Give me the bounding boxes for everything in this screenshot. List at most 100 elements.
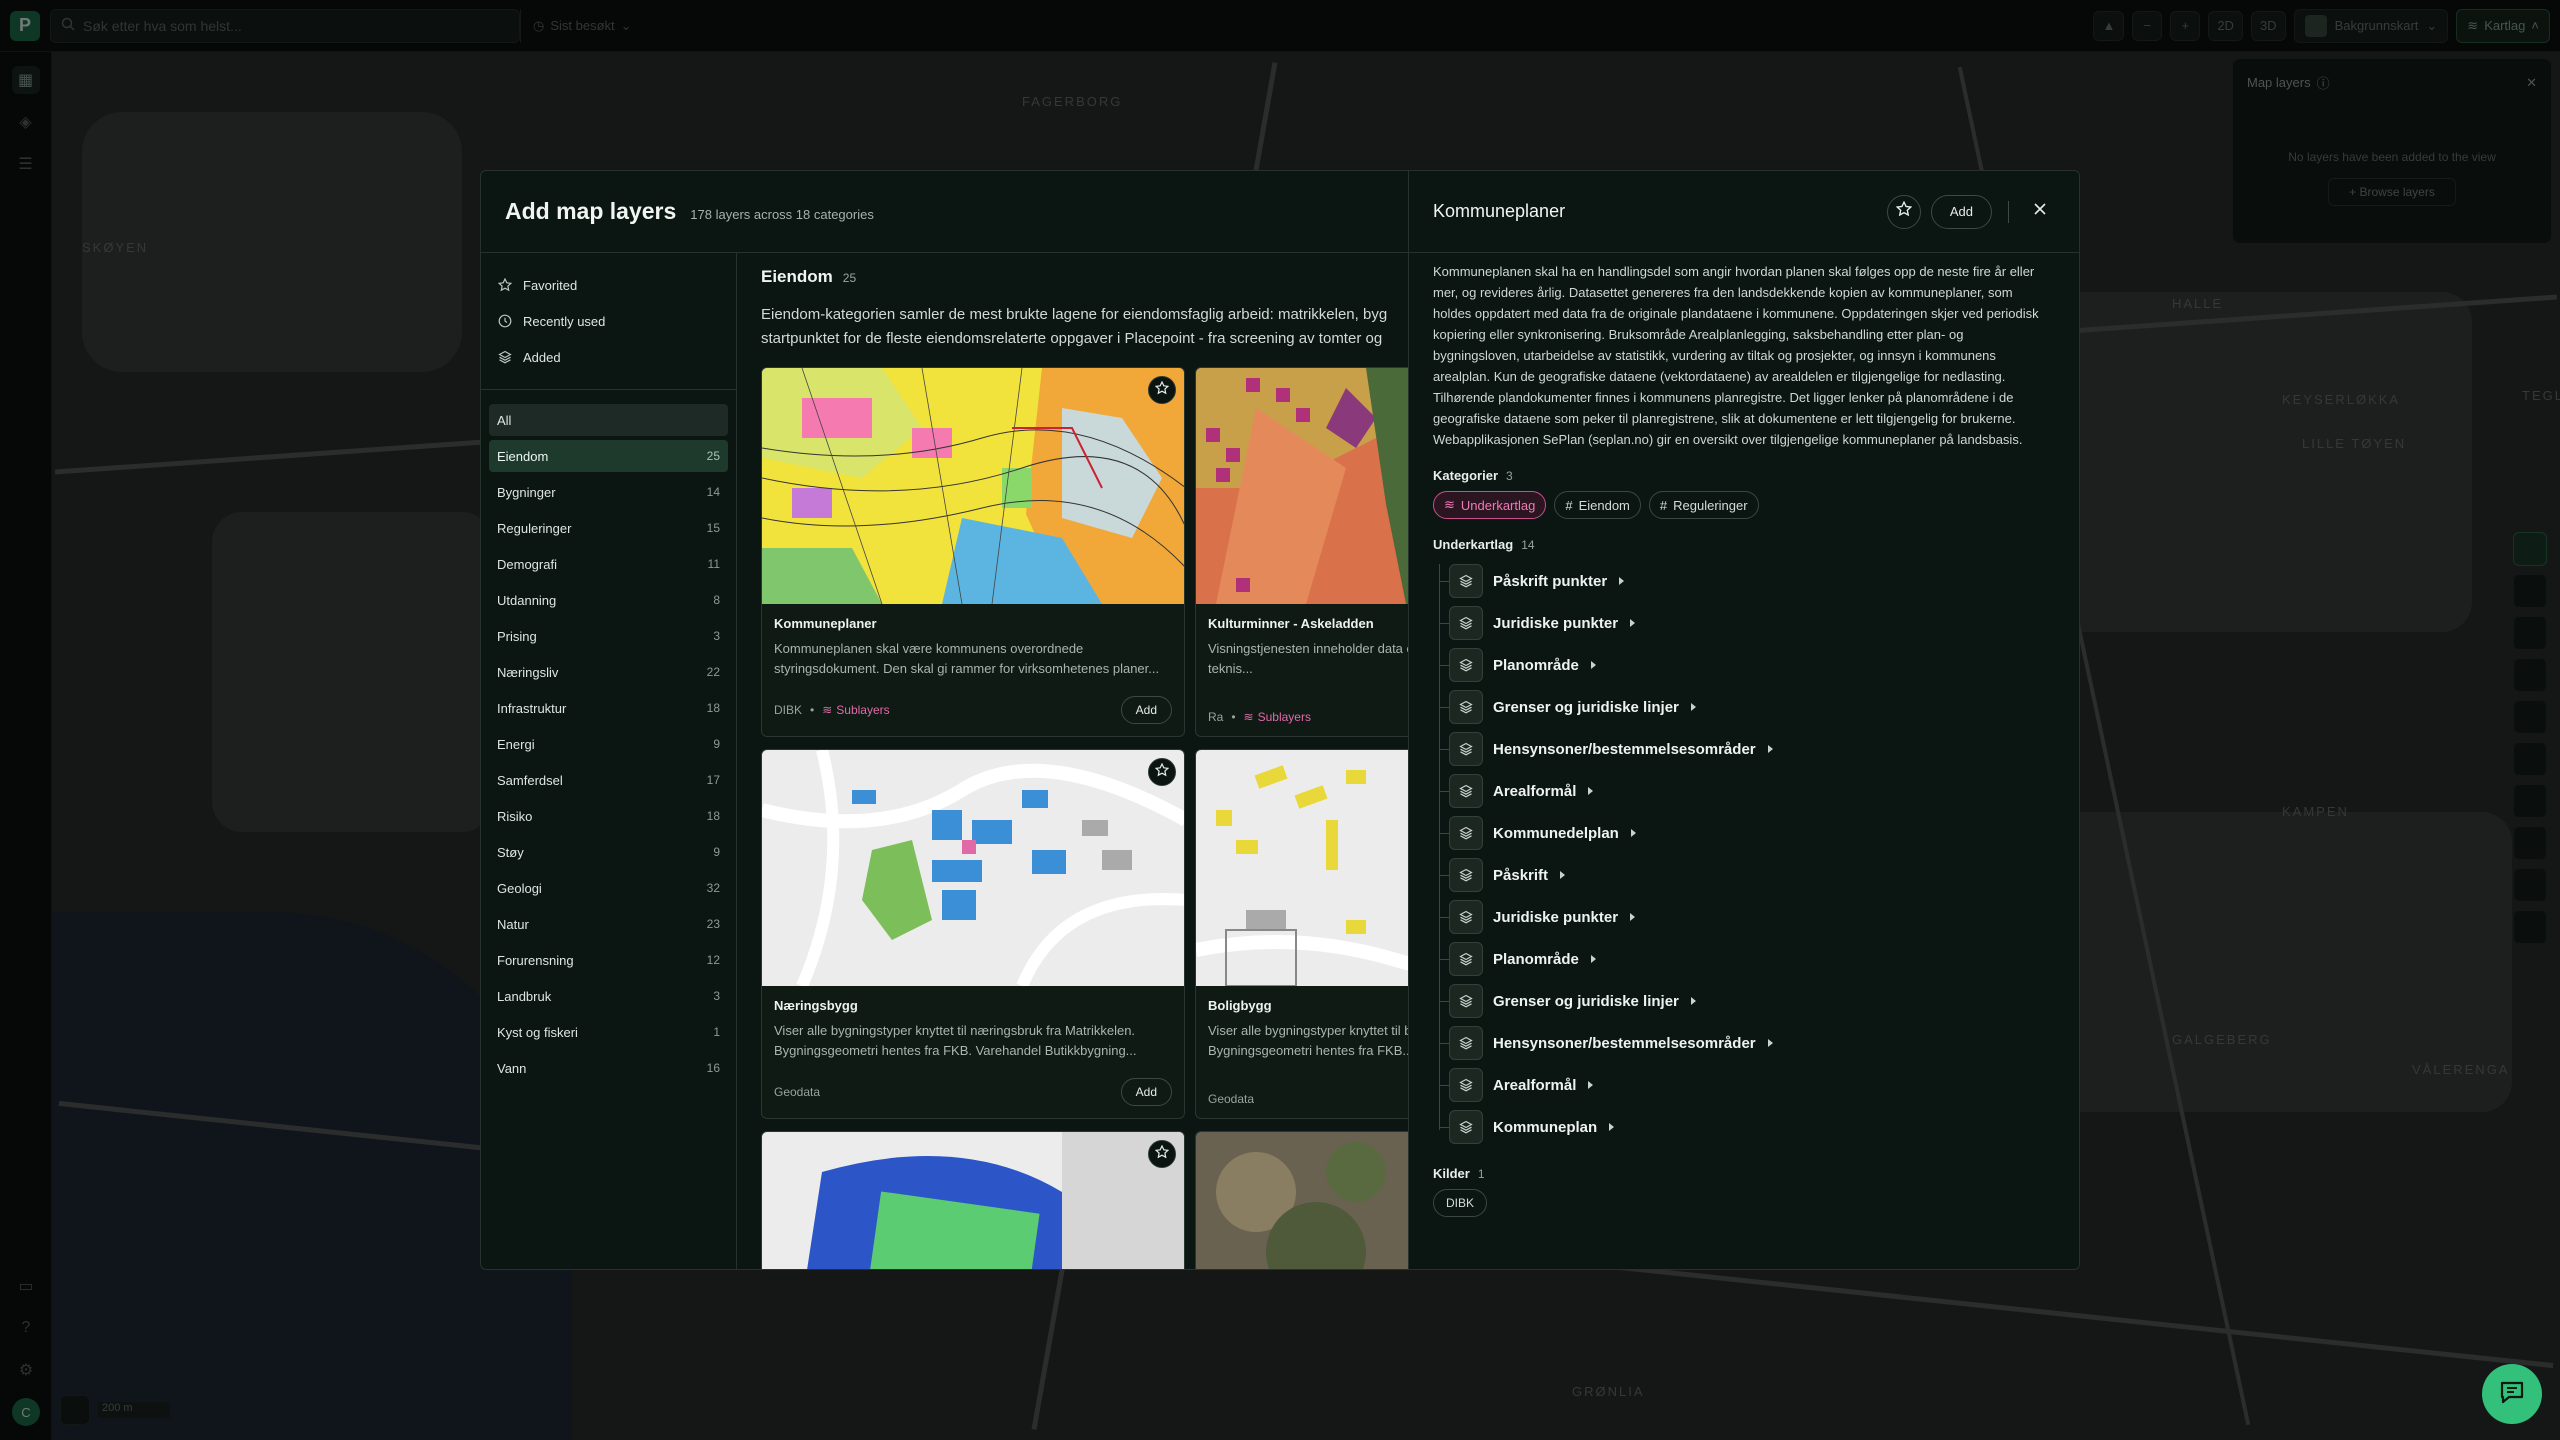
category-chip-underkartlag[interactable]: ≋ Underkartlag (1433, 491, 1547, 519)
card-title: Kulturminner - Askeladden (1208, 616, 1374, 631)
category-item-støy[interactable]: Støy 9 (489, 836, 728, 868)
layers-icon (1449, 858, 1483, 892)
sublayer-label: Hensynsoner/bestemmelsesområder (1493, 740, 1756, 758)
caret-right-icon[interactable] (1560, 871, 1566, 879)
caret-right-icon[interactable] (1609, 1123, 1615, 1131)
sublayer-item[interactable]: Hensynsoner/bestemmelsesområder (1439, 728, 2055, 770)
category-item-infrastruktur[interactable]: Infrastruktur 18 (489, 692, 728, 724)
category-count: 9 (713, 737, 720, 751)
category-count: 23 (706, 917, 720, 931)
caret-right-icon[interactable] (1588, 1081, 1594, 1089)
caret-right-icon[interactable] (1590, 955, 1596, 963)
category-item-energi[interactable]: Energi 9 (489, 728, 728, 760)
sublayer-item[interactable]: Kommunedelplan (1439, 812, 2055, 854)
category-item-forurensning[interactable]: Forurensning 12 (489, 944, 728, 976)
add-layer-button[interactable]: Add (1930, 194, 1992, 229)
caret-right-icon[interactable] (1767, 745, 1773, 753)
category-item-reguleringer[interactable]: Reguleringer 15 (489, 512, 728, 544)
sublayer-item[interactable]: Grenser og juridiske linjer (1439, 686, 2055, 728)
star-icon (1895, 200, 1913, 222)
filter-favorited[interactable]: Favorited (489, 267, 728, 303)
category-item-eiendom[interactable]: Eiendom 25 (489, 440, 728, 472)
layer-description: Kommuneplanen skal ha en handlingsdel so… (1433, 261, 2039, 450)
category-item-prising[interactable]: Prising 3 (489, 620, 728, 652)
layers-icon (1449, 690, 1483, 724)
caret-right-icon[interactable] (1690, 997, 1696, 1005)
layers-icon: ≋ (1243, 710, 1254, 724)
close-button[interactable] (2025, 197, 2055, 227)
section-title: Kategorier (1433, 468, 1499, 483)
category-item-demografi[interactable]: Demografi 11 (489, 548, 728, 580)
caret-right-icon[interactable] (1630, 619, 1636, 627)
category-chip-reguleringer[interactable]: # Reguleringer (1648, 491, 1759, 519)
sublayer-item[interactable]: Påskrift punkter (1439, 560, 2055, 602)
caret-right-icon[interactable] (1630, 829, 1636, 837)
layer-card-kommuneplaner[interactable]: Kommuneplaner Kommuneplanen skal være ko… (761, 367, 1185, 737)
category-label: Energi (497, 736, 535, 752)
card-description: Kommuneplanen skal være kommunens overor… (774, 641, 1160, 676)
sublayer-item[interactable]: Planområde (1439, 938, 2055, 980)
category-item-samferdsel[interactable]: Samferdsel 17 (489, 764, 728, 796)
filter-recently-used[interactable]: Recently used (489, 303, 728, 339)
card-source: Ra (1208, 710, 1224, 724)
category-count: 11 (707, 557, 720, 571)
card-add-button[interactable]: Add (1120, 1078, 1172, 1106)
caret-right-icon[interactable] (1630, 913, 1636, 921)
sublayer-item[interactable]: Påskrift (1439, 854, 2055, 896)
category-item-næringsliv[interactable]: Næringsliv 22 (489, 656, 728, 688)
sublayer-item[interactable]: Grenser og juridiske linjer (1439, 980, 2055, 1022)
chat-button[interactable] (2482, 1364, 2542, 1424)
sublayer-item[interactable]: Kommuneplan (1439, 1106, 2055, 1148)
detail-title: Kommuneplaner (1433, 201, 1566, 221)
category-item-natur[interactable]: Natur 23 (489, 908, 728, 940)
category-item-all[interactable]: All (489, 404, 728, 436)
category-count: 12 (706, 953, 720, 967)
section-count: 3 (1506, 469, 1513, 483)
filter-added[interactable]: Added (489, 339, 728, 375)
caret-right-icon[interactable] (1588, 787, 1594, 795)
category-item-vann[interactable]: Vann 16 (489, 1052, 728, 1084)
caret-right-icon[interactable] (1690, 703, 1696, 711)
sublayer-item[interactable]: Arealformål (1439, 1064, 2055, 1106)
favorite-button[interactable] (1148, 1140, 1176, 1168)
category-count: 18 (706, 809, 720, 823)
sublayer-label: Kommuneplan (1493, 1118, 1598, 1136)
category-item-bygninger[interactable]: Bygninger 14 (489, 476, 728, 508)
sources-section-label: Kilder 1 (1433, 1166, 2055, 1181)
layer-card[interactable] (761, 1131, 1185, 1269)
close-icon (2033, 202, 2047, 221)
layers-icon (1449, 816, 1483, 850)
category-chip-eiendom[interactable]: # Eiendom (1554, 491, 1641, 519)
category-item-kyst-og-fiskeri[interactable]: Kyst og fiskeri 1 (489, 1016, 728, 1048)
sublayer-item[interactable]: Arealformål (1439, 770, 2055, 812)
caret-right-icon[interactable] (1590, 661, 1596, 669)
layer-card-naeringsbygg[interactable]: Næringsbygg Viser alle bygningstyper kny… (761, 749, 1185, 1119)
favorite-button[interactable] (1148, 758, 1176, 786)
category-item-geologi[interactable]: Geologi 32 (489, 872, 728, 904)
caret-right-icon[interactable] (1767, 1039, 1773, 1047)
sublayer-item[interactable]: Juridiske punkter (1439, 896, 2055, 938)
caret-right-icon[interactable] (1619, 577, 1625, 585)
layer-card-boligbygg[interactable]: Boligbygg Viser alle bygningstyper knytt… (1195, 749, 1408, 1119)
sublayer-item[interactable]: Hensynsoner/bestemmelsesområder (1439, 1022, 2055, 1064)
sublayer-label: Planområde (1493, 656, 1579, 674)
category-item-utdanning[interactable]: Utdanning 8 (489, 584, 728, 616)
source-chip[interactable]: DIBK (1433, 1189, 1488, 1217)
category-item-risiko[interactable]: Risiko 18 (489, 800, 728, 832)
layer-thumbnail (762, 1132, 1184, 1269)
sublayer-tree: Påskrift punkter Juridiske punkter Planomr… (1433, 560, 2055, 1148)
favorite-button[interactable] (1886, 194, 1921, 229)
category-label: Utdanning (497, 592, 557, 608)
sublayer-label: Planområde (1493, 950, 1579, 968)
layer-card[interactable] (1195, 1131, 1408, 1269)
separator-dot: • (1231, 710, 1236, 724)
layers-icon (1449, 942, 1483, 976)
favorite-button[interactable] (1148, 376, 1176, 404)
sublayer-item[interactable]: Juridiske punkter (1439, 602, 2055, 644)
category-heading-count: 25 (842, 271, 857, 285)
category-item-landbruk[interactable]: Landbruk 3 (489, 980, 728, 1012)
category-count: 15 (706, 521, 720, 535)
card-add-button[interactable]: Add (1120, 696, 1172, 724)
sublayer-item[interactable]: Planområde (1439, 644, 2055, 686)
layer-card-kulturminner[interactable]: Kulturminner - Askeladden Visningstjenes… (1195, 367, 1408, 737)
